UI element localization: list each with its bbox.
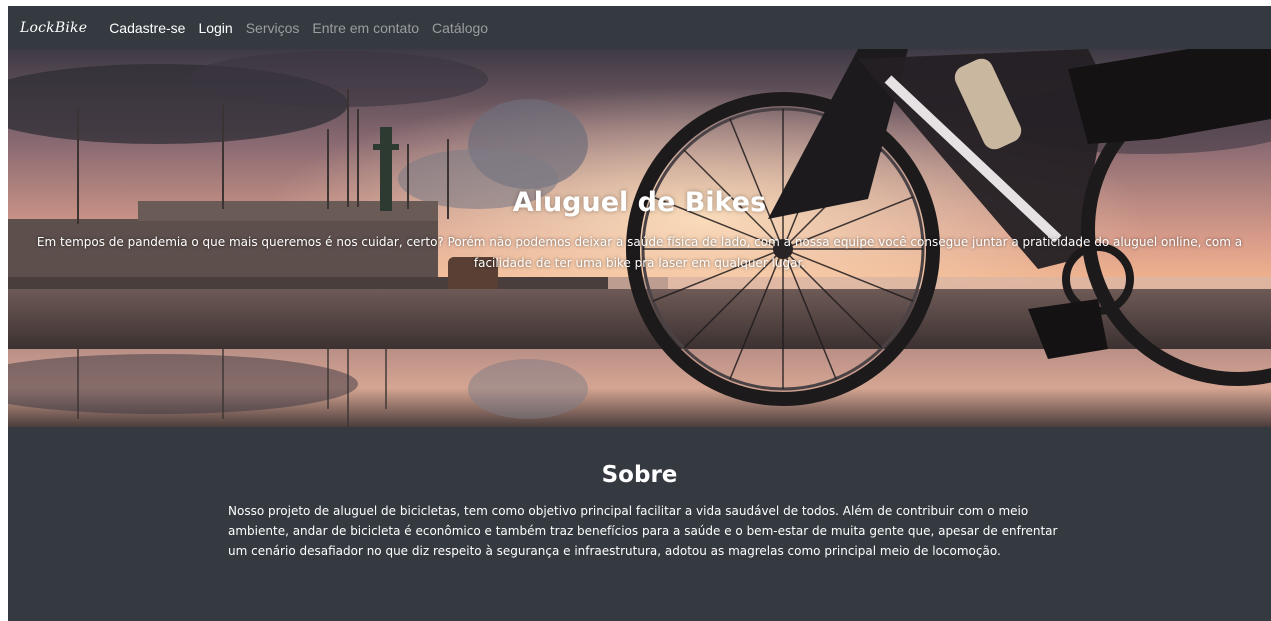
nav-link-catalogo[interactable]: Catálogo: [432, 20, 488, 36]
nav-link-servicos[interactable]: Serviços: [246, 20, 300, 36]
about-title: Sobre: [601, 462, 678, 488]
hero-description: Em tempos de pandemia o que mais queremo…: [36, 235, 1243, 270]
hero-banner: Aluguel de Bikes Em tempos de pandemia o…: [8, 49, 1271, 427]
nav-link-cadastre-se[interactable]: Cadastre-se: [109, 20, 185, 36]
page-frame: LockBike Cadastre-se Login Serviços Entr…: [8, 6, 1271, 621]
navbar: LockBike Cadastre-se Login Serviços Entr…: [8, 6, 1271, 49]
about-text: Nosso projeto de aluguel de bicicletas, …: [228, 504, 1058, 558]
nav-link-login[interactable]: Login: [198, 20, 232, 36]
nav-link-contato[interactable]: Entre em contato: [312, 20, 419, 36]
brand-logo[interactable]: LockBike: [20, 20, 87, 36]
hero-title: Aluguel de Bikes: [512, 187, 767, 218]
